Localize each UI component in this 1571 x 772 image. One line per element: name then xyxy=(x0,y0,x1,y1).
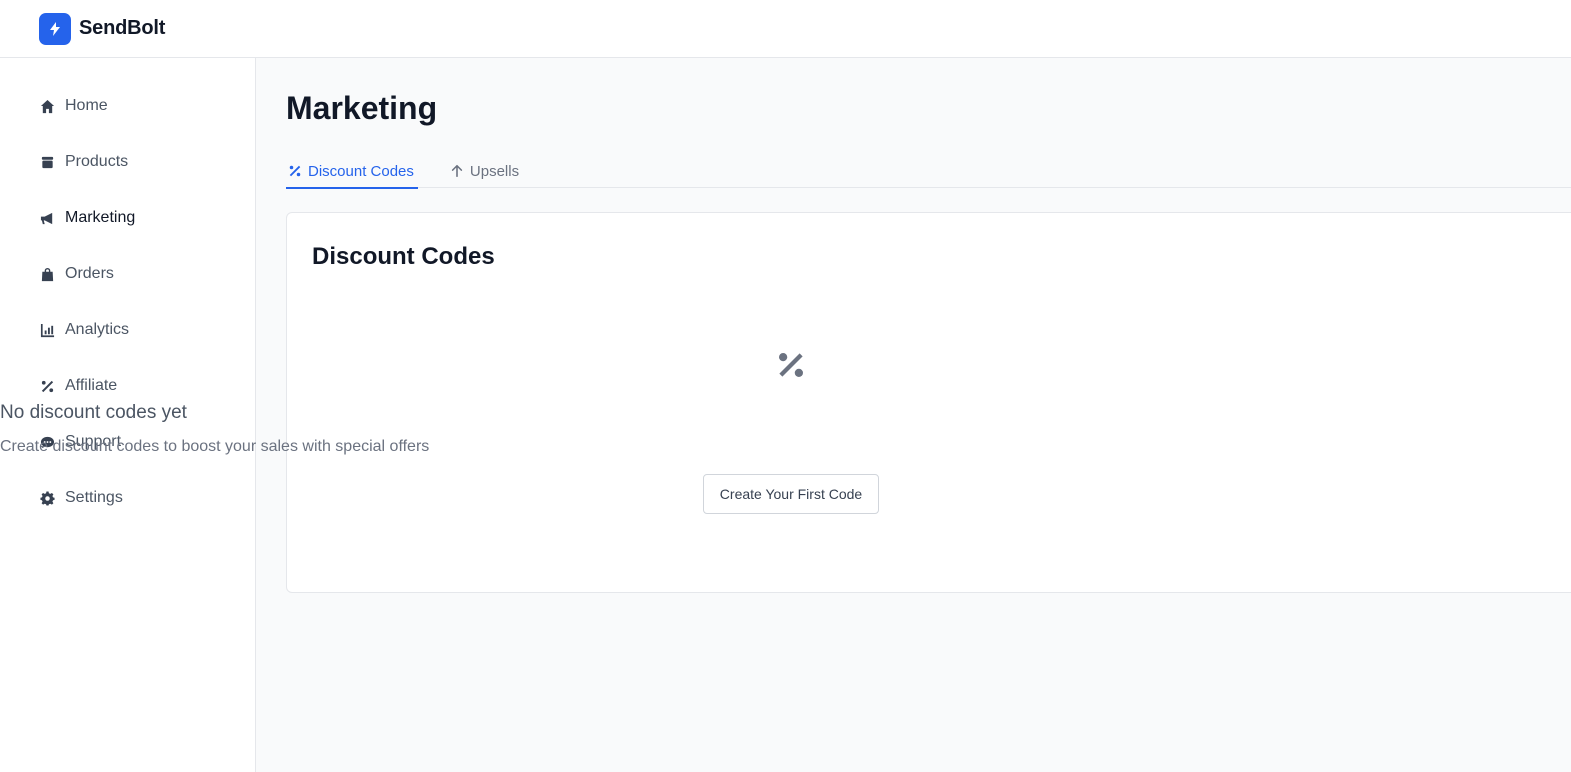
empty-state-subtitle: Create discount codes to boost your sale… xyxy=(0,438,430,455)
sidebar-item-label: Marketing xyxy=(65,209,136,226)
create-first-code-button[interactable]: Create Your First Code xyxy=(702,474,880,514)
brand-name: SendBolt xyxy=(79,17,166,39)
sidebar-item-label: Analytics xyxy=(65,321,130,338)
percent-icon xyxy=(779,353,803,377)
empty-state-title: No discount codes yet xyxy=(0,402,187,423)
arrow-up-icon xyxy=(451,164,463,178)
sidebar-item-marketing[interactable]: Marketing xyxy=(0,190,255,246)
sidebar-item-home[interactable]: Home xyxy=(0,78,255,134)
main-content: Marketing Discount Codes Upsells Discoun… xyxy=(0,58,1571,772)
bag-icon xyxy=(39,266,55,282)
home-icon xyxy=(39,98,55,114)
sidebar-item-orders[interactable]: Orders xyxy=(0,246,255,302)
logo[interactable] xyxy=(39,12,71,45)
sidebar-item-label: Products xyxy=(65,153,129,170)
top-bar: SendBolt xyxy=(0,0,1571,58)
sidebar-item-label: Home xyxy=(65,97,108,114)
sidebar-item-label: Orders xyxy=(65,265,114,282)
tab-label: Discount Codes xyxy=(308,162,414,180)
chart-icon xyxy=(39,322,55,338)
card-title: Discount Codes xyxy=(312,243,495,270)
tab-discount-codes[interactable]: Discount Codes xyxy=(286,154,418,189)
lightning-icon xyxy=(50,21,60,36)
empty-state-icon-wrap xyxy=(0,350,1571,380)
box-icon xyxy=(39,154,55,170)
megaphone-icon xyxy=(39,210,55,226)
sidebar-item-products[interactable]: Products xyxy=(0,134,255,190)
percent-icon xyxy=(289,165,301,177)
page-title: Marketing xyxy=(286,90,438,126)
empty-state: No discount codes yet Create discount co… xyxy=(0,350,1571,514)
tab-upsells[interactable]: Upsells xyxy=(448,154,523,188)
tab-bar: Discount Codes Upsells xyxy=(286,154,1571,189)
tab-label: Upsells xyxy=(469,162,520,180)
